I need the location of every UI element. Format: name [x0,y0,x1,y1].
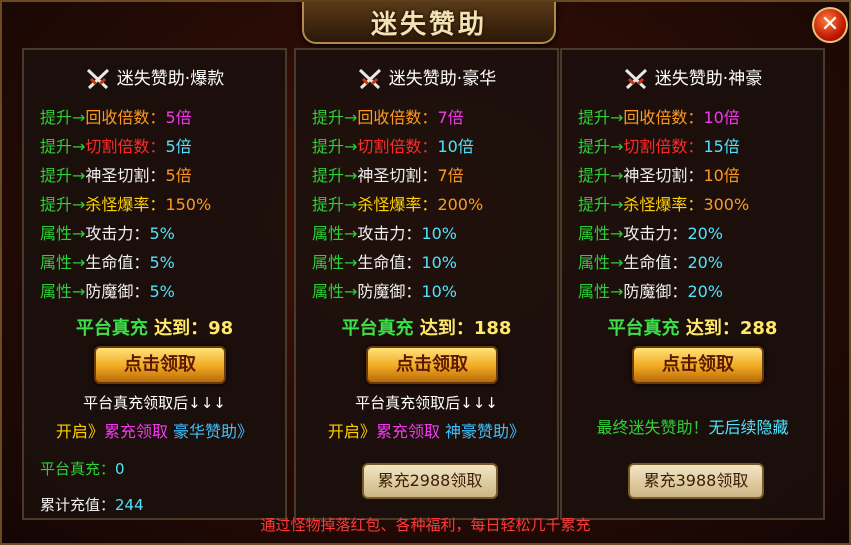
stat-row: 提升→回收倍数：5倍 [40,108,192,127]
platform-recharge-stat: 平台真充：0 [40,460,125,478]
cumulative-claim-button[interactable]: 累充2988领取 [362,463,498,499]
crossed-swords-icon [358,68,381,90]
stat-row: 属性→生命值：5% [40,253,175,272]
stat-row: 提升→回收倍数：10倍 [578,108,740,127]
panel-name: 迷失赞助·豪华 [388,69,497,89]
requirement: 平台真充 达到：188 [341,318,512,339]
stat-row: 属性→攻击力：10% [312,224,457,243]
stat-row: 属性→防魔御：10% [312,282,457,301]
panel-title: 迷失赞助·豪华 [296,64,557,91]
sponsor-window: 迷失赞助 ✕ 迷失赞助·爆款 提升→回收倍数：5倍 提升→切割倍数：5倍 提升→… [0,0,851,545]
claim-button[interactable]: 点击领取 [632,346,764,384]
stat-row: 提升→回收倍数：7倍 [312,108,464,127]
stat-row: 提升→切割倍数：15倍 [578,137,740,156]
panel-name: 迷失赞助·神豪 [654,69,763,89]
stat-row: 提升→神圣切割：7倍 [312,166,464,185]
stat-row: 属性→防魔御：20% [578,282,723,301]
crossed-swords-icon [86,68,109,90]
stat-row: 属性→攻击力：5% [40,224,175,243]
cumulative-claim-button[interactable]: 累充3988领取 [628,463,764,499]
stat-row: 提升→杀怪爆率：200% [312,195,484,214]
claim-button[interactable]: 点击领取 [94,346,226,384]
total-recharge-stat: 累计充值：244 [40,496,144,514]
close-icon[interactable]: ✕ [812,7,848,43]
crossed-swords-icon [624,68,647,90]
panel-baokuan: 迷失赞助·爆款 提升→回收倍数：5倍 提升→切割倍数：5倍 提升→神圣切割：5倍… [22,48,287,520]
unlock-note: 开启》累充领取 神豪赞助》 [327,422,526,441]
unlock-note: 开启》累充领取 豪华赞助》 [55,422,254,441]
stat-row: 提升→杀怪爆率：300% [578,195,750,214]
window-title: 迷失赞助 [370,10,487,40]
stat-row: 属性→防魔御：5% [40,282,175,301]
claim-note: 平台真充领取后↓↓↓ [355,394,498,412]
panel-haohua: 迷失赞助·豪华 提升→回收倍数：7倍 提升→切割倍数：10倍 提升→神圣切割：7… [294,48,559,520]
final-note: 最终迷失赞助！无后续隐藏 [596,418,789,437]
stat-row: 提升→神圣切割：10倍 [578,166,740,185]
stat-row: 提升→切割倍数：5倍 [40,137,192,156]
footer-note: 通过怪物掉落红包、各种福利，每日轻松几千累充 [260,516,591,534]
panel-name: 迷失赞助·爆款 [116,69,225,89]
stat-row: 提升→切割倍数：10倍 [312,137,474,156]
stat-row: 属性→生命值：20% [578,253,723,272]
stat-row: 属性→生命值：10% [312,253,457,272]
claim-button[interactable]: 点击领取 [366,346,498,384]
panel-title: 迷失赞助·爆款 [24,64,285,91]
panel-title: 迷失赞助·神豪 [562,64,823,91]
stat-row: 提升→杀怪爆率：150% [40,195,212,214]
stat-row: 提升→神圣切割：5倍 [40,166,192,185]
claim-note: 平台真充领取后↓↓↓ [83,394,226,412]
title-plate: 迷失赞助 [302,2,556,44]
panel-shenhao: 迷失赞助·神豪 提升→回收倍数：10倍 提升→切割倍数：15倍 提升→神圣切割：… [560,48,825,520]
requirement: 平台真充 达到：98 [75,318,234,339]
stat-row: 属性→攻击力：20% [578,224,723,243]
requirement: 平台真充 达到：288 [607,318,778,339]
